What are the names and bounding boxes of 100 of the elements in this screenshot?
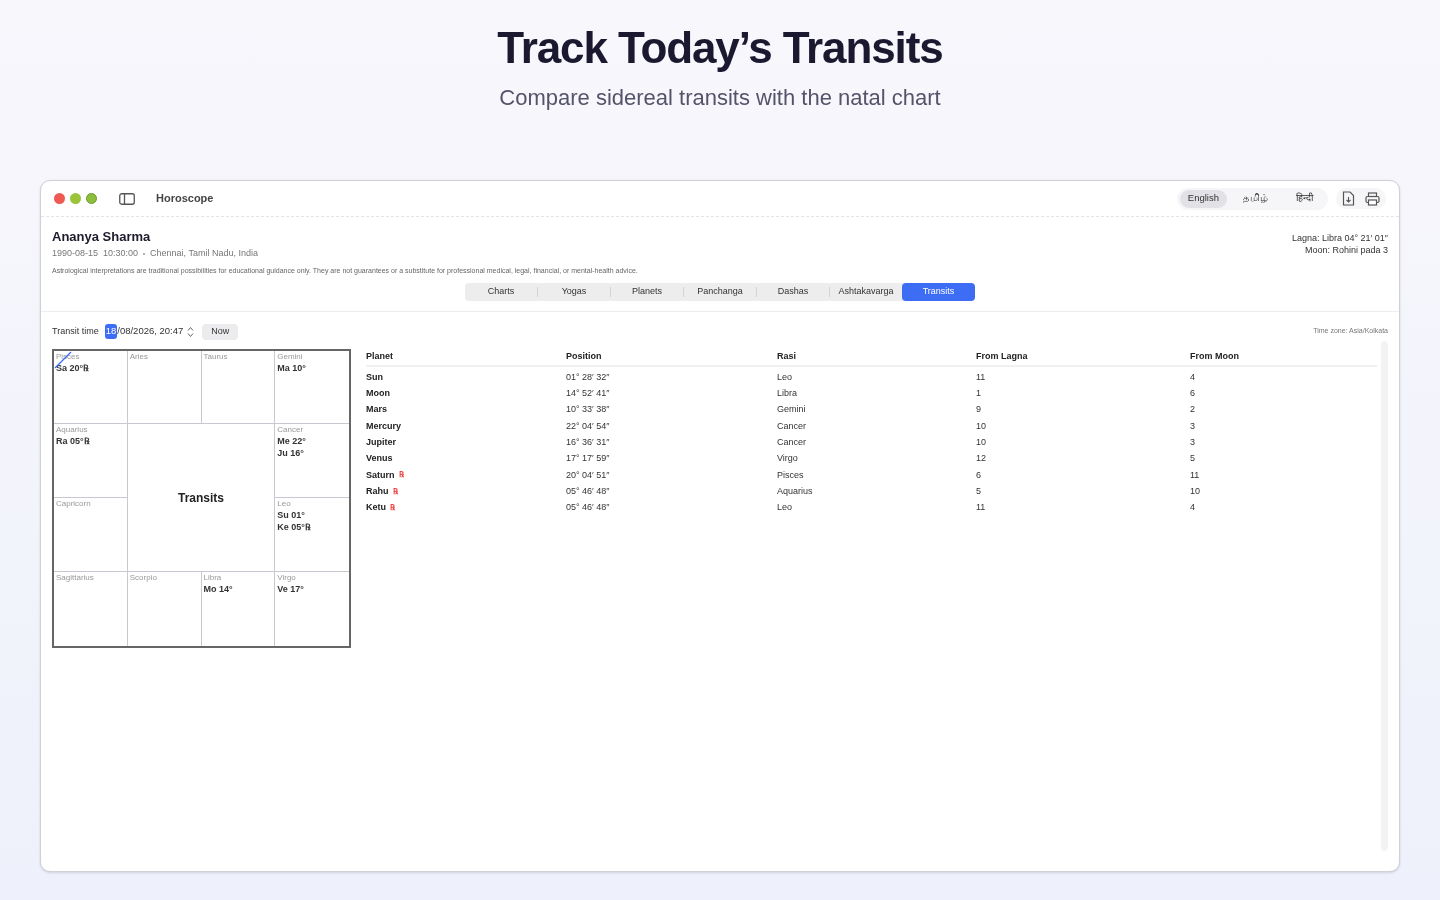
sign-label: Virgo [277,572,296,583]
planet-position: Ju 16° [277,447,304,460]
planet-position: Su 01° [277,509,305,521]
window-title: Horoscope [156,191,214,207]
table-cell-text: Leo [777,370,793,384]
column-header: Planet [366,349,393,363]
table-cell: 14° 52′ 41″ [566,387,610,401]
table-cell: Virgo [777,452,798,466]
tab[interactable]: Planets [611,282,683,301]
sign-label: Cancer [277,425,304,436]
sign-label: Aquarius [56,425,88,436]
planet-name: Venus [366,452,393,466]
planet-position: Mo 14° [203,582,233,595]
close-button[interactable] [54,193,65,204]
table-cell: 16° 36′ 31″ [566,436,610,450]
tab[interactable]: Yogas [538,282,610,301]
planet-name: Mars [366,403,387,417]
table-cell: 3 [1190,436,1195,450]
planet-name: Sun [366,370,383,384]
retrograde-mark: ℞ [390,502,395,514]
planet-name: Saturn [366,468,395,482]
column-header: From Moon [1190,349,1239,363]
language-option[interactable]: தமிழ் [1231,189,1280,208]
planet-position: Ke 05°℞ [277,521,311,533]
table-cell: Libra [777,387,797,401]
page-headline: Track Today’s Transits [497,22,943,74]
planet-name: Ketu [366,501,386,515]
table-cell: Cancer [777,436,806,450]
sign-label: Capricorn [56,499,91,509]
table-cell-text: 10 [976,419,986,433]
transit-time-field[interactable]: 18/08/2026, 20:47 [104,324,184,339]
moon-info: Moon: Rohini pada 3 [1304,244,1388,256]
planet-position: Ra 05°℞ [56,435,90,448]
table-cell-text: 6 [976,468,981,482]
table-cell-text: 05° 46′ 48″ [566,484,610,498]
sidebar-toggle-icon[interactable] [119,192,135,205]
table-cell-text: 11 [1190,468,1200,482]
planet-name: Jupiter [366,436,396,450]
planet-position: Sa 20°℞ [56,361,90,374]
tab[interactable]: Dashas [757,282,829,301]
tab[interactable]: Ashtakavarga [830,282,902,301]
minimize-button[interactable] [70,193,81,204]
sign-label: Taurus [203,351,228,362]
planet-position: Me 22° [277,435,306,448]
export-document-icon[interactable] [1342,191,1355,206]
birth-place: Chennai, Tamil Nadu, India [150,247,258,260]
table-cell: 4 [1190,501,1195,515]
print-icon[interactable] [1365,191,1380,206]
sign-label: Libra [203,572,222,583]
sign-label: Leo [277,499,291,509]
table-cell-text: 11 [976,370,986,384]
tab[interactable]: Panchanga [684,282,756,301]
table-cell: Leo [777,501,793,515]
chart-title: Transits [178,489,224,507]
planet-name: Moon [366,387,390,401]
date-time-value: /08/2026, 20:47 [117,324,184,339]
table-cell: 12 [976,452,986,466]
selected-day-segment[interactable]: 18 [104,324,118,339]
tab[interactable]: Charts [465,282,537,301]
planet-name: Rahu [366,484,389,498]
table-cell: 11 [976,501,986,515]
table-cell-text: 10 [1190,484,1200,498]
sign-label: Aries [129,351,148,362]
table-cell: 1 [976,387,981,401]
table-cell: 5 [1190,452,1195,466]
table-cell-text: 3 [1190,419,1195,433]
language-option[interactable]: हिन्दी [1284,189,1325,208]
page-subtitle: Compare sidereal transits with the natal chart [499,84,941,112]
transit-time-label: Transit time [52,324,99,338]
table-cell: 10 [976,436,986,450]
zoom-button[interactable] [86,193,97,204]
table-cell-text: Aquarius [777,484,813,498]
language-option[interactable]: English [1179,189,1227,208]
table-cell-text: Cancer [777,419,806,433]
table-cell: 6 [1190,387,1195,401]
planet-name: Mercury [366,419,401,433]
table-cell: Gemini [777,403,806,417]
table-cell: 9 [976,403,981,417]
sign-label: Scorpio [129,572,157,583]
table-cell-text: 4 [1190,370,1195,384]
table-cell-text: 01° 28′ 32″ [566,370,610,384]
lagna-info: Lagna: Libra 04° 21′ 01″ [1291,232,1388,244]
retrograde-mark: ℞ [392,485,398,498]
table-cell-text: 22° 04′ 54″ [566,419,610,433]
column-header: Position [566,349,602,363]
tab[interactable]: Transits [902,282,975,301]
person-name: Ananya Sharma [52,229,152,245]
table-cell-text: Pisces [777,468,804,482]
table-cell: 10° 33′ 38″ [566,403,610,417]
table-cell: 2 [1190,403,1195,417]
stepper-icon[interactable] [187,325,195,338]
now-button[interactable]: Now [202,323,239,340]
table-cell: 05° 46′ 48″ [566,501,610,515]
birth-datetime: 1990-08-15 10:30:00 [52,247,139,260]
table-cell-text: 20° 04′ 51″ [566,468,610,482]
table-cell-text: 5 [976,484,981,498]
retrograde-mark: ℞ [398,469,404,482]
planet-position: Ve 17° [277,582,304,595]
column-header: From Lagna [976,349,1028,363]
table-cell: 17° 17′ 59″ [566,452,610,466]
